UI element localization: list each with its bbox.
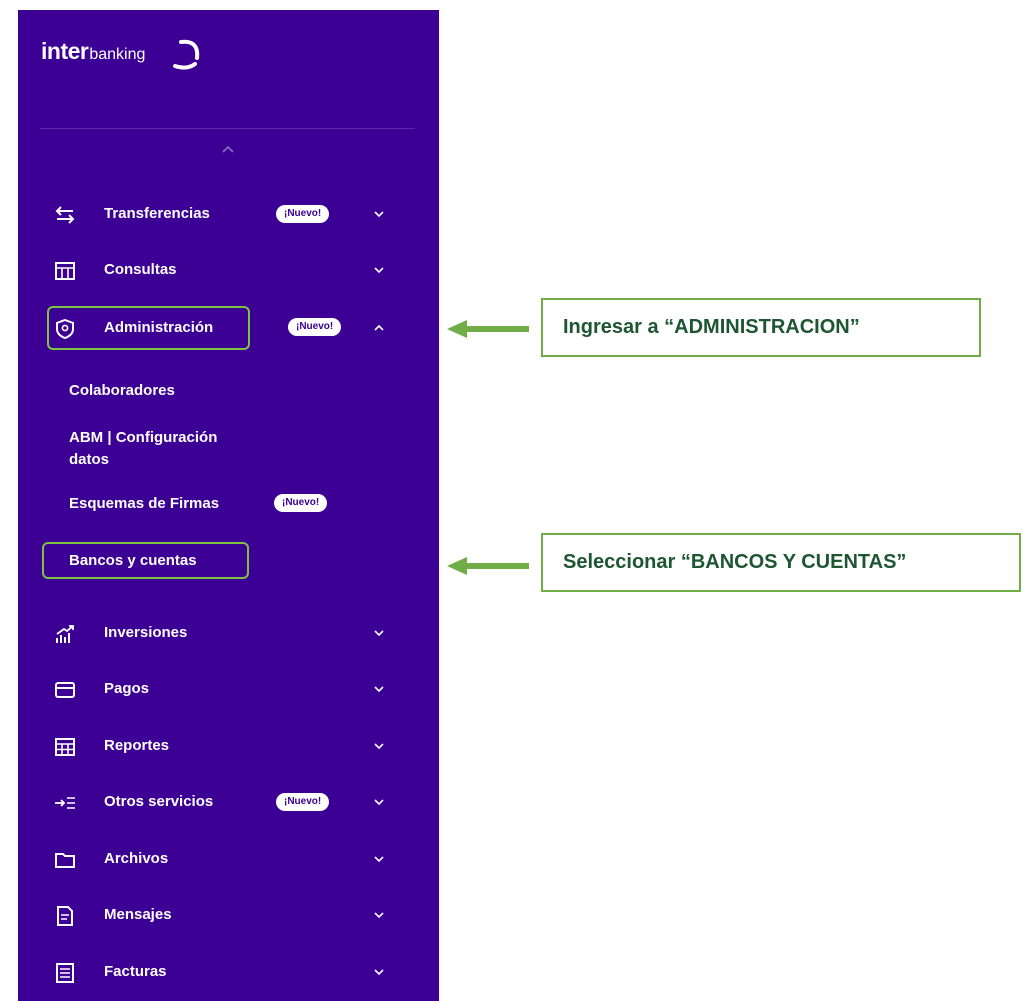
chevron-down-icon[interactable] bbox=[372, 626, 386, 640]
sidebar: inter banking Transferencias ¡Nuevo! Con… bbox=[18, 10, 439, 1001]
chevron-down-icon[interactable] bbox=[372, 795, 386, 809]
collapse-up-icon[interactable] bbox=[218, 142, 238, 156]
transfer-arrows-icon bbox=[55, 206, 75, 224]
menu-item-facturas[interactable]: Facturas bbox=[18, 952, 439, 992]
interbanking-logo[interactable]: inter banking bbox=[41, 38, 200, 70]
investment-chart-icon bbox=[56, 625, 74, 643]
chevron-down-icon[interactable] bbox=[372, 908, 386, 922]
logo-swoosh-icon bbox=[173, 39, 200, 70]
submenu-abm-configuracion[interactable]: ABM | Configuración bbox=[69, 429, 217, 446]
callout-administracion: Ingresar a “ADMINISTRACION” bbox=[541, 298, 981, 357]
chevron-down-icon[interactable] bbox=[372, 263, 386, 277]
chevron-up-icon[interactable] bbox=[372, 321, 386, 335]
chevron-down-icon[interactable] bbox=[372, 965, 386, 979]
nuevo-badge: ¡Nuevo! bbox=[276, 205, 330, 223]
menu-item-mensajes[interactable]: Mensajes bbox=[18, 895, 439, 935]
menu-label: Reportes bbox=[104, 737, 170, 754]
menu-item-consultas[interactable]: Consultas bbox=[18, 250, 439, 290]
table-icon bbox=[55, 262, 75, 280]
chevron-down-icon[interactable] bbox=[372, 739, 386, 753]
report-grid-icon bbox=[55, 738, 75, 756]
menu-label: Facturas bbox=[104, 963, 167, 980]
nuevo-badge: ¡Nuevo! bbox=[274, 494, 328, 512]
menu-label: Otros servicios bbox=[104, 793, 214, 810]
submenu-esquemas-de-firmas[interactable]: Esquemas de Firmas bbox=[69, 495, 219, 512]
invoice-icon bbox=[56, 963, 74, 983]
menu-label: Consultas bbox=[104, 261, 177, 278]
menu-item-otros-servicios[interactable]: Otros servicios ¡Nuevo! bbox=[18, 782, 439, 822]
arrow-list-icon bbox=[55, 797, 75, 809]
card-icon bbox=[55, 682, 75, 698]
divider bbox=[40, 128, 415, 129]
submenu-abm-datos[interactable]: datos bbox=[69, 451, 109, 468]
logo-light-text: banking bbox=[89, 46, 146, 63]
nuevo-badge: ¡Nuevo! bbox=[276, 793, 330, 811]
nuevo-badge: ¡Nuevo! bbox=[288, 318, 342, 336]
arrow-left-icon bbox=[447, 557, 529, 575]
menu-item-reportes[interactable]: Reportes bbox=[18, 726, 439, 766]
chevron-down-icon[interactable] bbox=[372, 682, 386, 696]
menu-label: Transferencias bbox=[104, 205, 210, 222]
highlight-administracion bbox=[47, 306, 250, 350]
logo-bold-text: inter bbox=[41, 38, 89, 64]
chevron-down-icon[interactable] bbox=[372, 852, 386, 866]
menu-label: Archivos bbox=[104, 850, 169, 867]
menu-label: Mensajes bbox=[104, 906, 172, 923]
menu-item-inversiones[interactable]: Inversiones bbox=[18, 613, 439, 653]
document-icon bbox=[57, 906, 73, 926]
highlight-bancos-y-cuentas bbox=[42, 542, 249, 579]
callout-bancos-y-cuentas: Seleccionar “BANCOS Y CUENTAS” bbox=[541, 533, 1021, 592]
submenu-colaboradores[interactable]: Colaboradores bbox=[69, 382, 175, 399]
menu-item-pagos[interactable]: Pagos bbox=[18, 669, 439, 709]
chevron-down-icon[interactable] bbox=[372, 207, 386, 221]
folder-icon bbox=[55, 853, 75, 868]
menu-label: Pagos bbox=[104, 680, 150, 697]
menu-label: Inversiones bbox=[104, 624, 188, 641]
arrow-left-icon bbox=[447, 320, 529, 338]
menu-item-transferencias[interactable]: Transferencias ¡Nuevo! bbox=[18, 194, 439, 234]
menu-item-archivos[interactable]: Archivos bbox=[18, 839, 439, 879]
